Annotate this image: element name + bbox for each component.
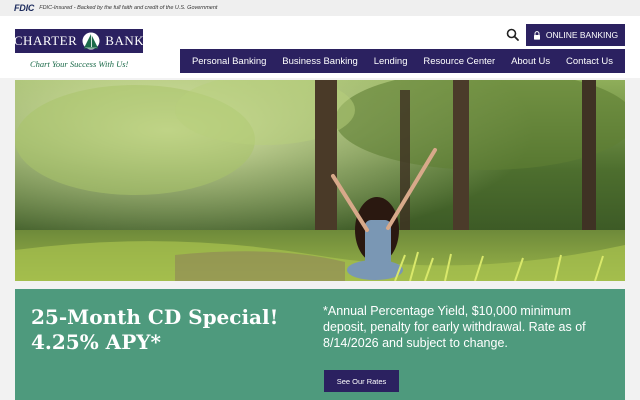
promo-disclaimer: *Annual Percentage Yield, $10,000 minimu… [323, 304, 586, 350]
fdic-logo: FDIC [14, 3, 35, 13]
nav-item-personal-banking[interactable]: Personal Banking [192, 56, 266, 67]
nav-item-contact-us[interactable]: Contact Us [566, 56, 613, 67]
logo-word-bank: BANK [105, 33, 145, 48]
nav-item-resource-center[interactable]: Resource Center [423, 56, 495, 67]
online-banking-button[interactable]: ONLINE BANKING [526, 24, 625, 46]
charter-bank-logo[interactable]: CHARTER BANK [13, 29, 145, 53]
online-banking-label: ONLINE BANKING [545, 30, 619, 40]
hero-image [15, 80, 625, 281]
site-header: CHARTER BANK Chart Your Success With Us!… [0, 16, 640, 78]
hero-forest-photo [15, 80, 625, 281]
nav-item-business-banking[interactable]: Business Banking [282, 56, 358, 67]
brand-tagline: Chart Your Success With Us! [30, 59, 129, 69]
search-button[interactable] [505, 27, 521, 43]
search-icon [506, 28, 519, 41]
sailboat-icon [82, 32, 100, 50]
fdic-notice-bar: FDIC FDIC-Insured - Backed by the full f… [0, 0, 640, 16]
fdic-notice-text: FDIC-Insured - Backed by the full faith … [39, 5, 218, 11]
nav-item-about-us[interactable]: About Us [511, 56, 550, 67]
lock-icon [533, 30, 540, 40]
nav-item-lending[interactable]: Lending [374, 56, 408, 67]
promo-title: 25-Month CD Special! 4.25% APY* [31, 305, 279, 354]
logo-word-charter: CHARTER [13, 33, 78, 48]
see-our-rates-button[interactable]: See Our Rates [324, 370, 399, 392]
cd-promo-banner: 25-Month CD Special! 4.25% APY* *Annual … [15, 289, 625, 400]
main-navigation: Personal Banking Business Banking Lendin… [180, 49, 625, 73]
